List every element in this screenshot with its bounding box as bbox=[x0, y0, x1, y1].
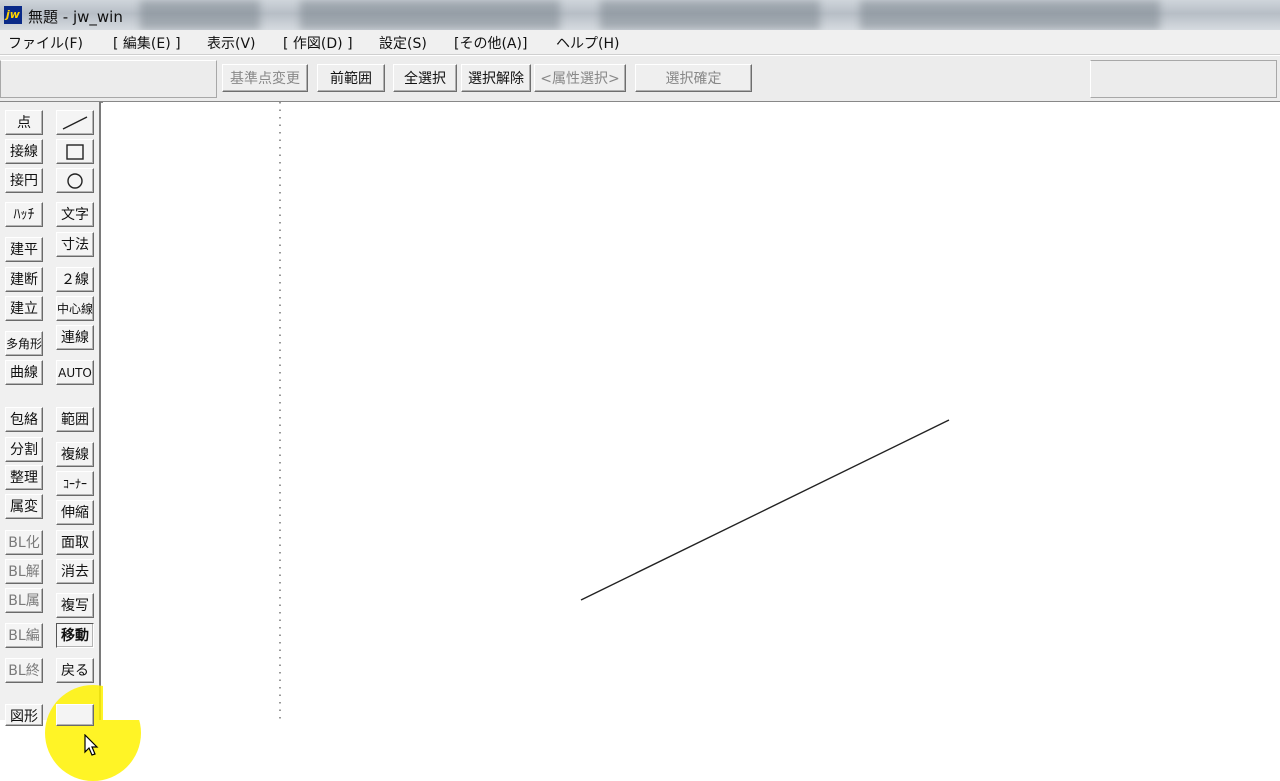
tool-block-create[interactable]: BL化 bbox=[5, 530, 43, 555]
tool-chamfer[interactable]: 面取 bbox=[56, 530, 94, 555]
tool-range[interactable]: 範囲 bbox=[56, 407, 94, 432]
rectangle-icon bbox=[66, 144, 84, 160]
base-point-change-button[interactable]: 基準点変更 bbox=[222, 64, 308, 92]
tool-figure[interactable]: 図形 bbox=[5, 704, 43, 726]
tool-hatch[interactable]: ﾊｯﾁ bbox=[5, 202, 43, 227]
tool-polygon[interactable]: 多角形 bbox=[5, 331, 43, 356]
tool-block-end[interactable]: BL終 bbox=[5, 658, 43, 683]
tool-move[interactable]: 移動 bbox=[56, 623, 94, 648]
jw-app-icon[interactable]: jw bbox=[4, 6, 22, 24]
tool-block-attribute[interactable]: BL属 bbox=[5, 588, 43, 613]
tool-continuous-line[interactable]: 連線 bbox=[56, 325, 94, 350]
menu-edit[interactable]: [ 編集(E) ] bbox=[113, 33, 181, 53]
tool-block-explode[interactable]: BL解 bbox=[5, 559, 43, 584]
tool-double-line[interactable]: ２線 bbox=[56, 267, 94, 292]
menu-help[interactable]: ヘルプ(H) bbox=[556, 33, 619, 53]
previous-range-button[interactable]: 前範囲 bbox=[317, 64, 385, 92]
tool-dimension[interactable]: 寸法 bbox=[56, 232, 94, 257]
tool-auto[interactable]: AUTO bbox=[56, 360, 94, 385]
deselect-button[interactable]: 選択解除 bbox=[461, 64, 531, 92]
tool-line[interactable] bbox=[56, 110, 94, 135]
menu-view[interactable]: 表示(V) bbox=[207, 33, 256, 53]
tool-palette: 点 接線 接円 ﾊｯﾁ 建平 建断 建立 多角形 曲線 包絡 分割 整理 属変 … bbox=[0, 102, 141, 781]
tool-circle[interactable] bbox=[56, 168, 94, 193]
tool-envelope[interactable]: 包絡 bbox=[5, 407, 43, 432]
tool-divide[interactable]: 分割 bbox=[5, 437, 43, 462]
title-bar: jw 無題 - jw_win bbox=[0, 0, 1280, 30]
tool-tangent-line[interactable]: 接線 bbox=[5, 139, 43, 164]
line-icon bbox=[62, 116, 88, 130]
tool-stretch[interactable]: 伸縮 bbox=[56, 500, 94, 525]
confirm-selection-button[interactable]: 選択確定 bbox=[635, 64, 752, 92]
tool-curve[interactable]: 曲線 bbox=[5, 360, 43, 385]
menu-settings[interactable]: 設定(S) bbox=[379, 33, 427, 53]
tool-layer-color[interactable] bbox=[56, 704, 94, 726]
tool-building-plan[interactable]: 建平 bbox=[5, 237, 43, 262]
tool-block-edit[interactable]: BL編 bbox=[5, 623, 43, 648]
menu-bar: ファイル(F) [ 編集(E) ] 表示(V) [ 作図(D) ] 設定(S) … bbox=[0, 30, 1280, 55]
toolbar-empty-left bbox=[0, 60, 217, 98]
drawing-surface bbox=[279, 102, 950, 720]
tool-parallel-line[interactable]: 複線 bbox=[56, 442, 94, 467]
tool-tidy[interactable]: 整理 bbox=[5, 465, 43, 490]
attribute-select-button[interactable]: <属性選択> bbox=[534, 64, 626, 92]
tool-undo[interactable]: 戻る bbox=[56, 658, 94, 683]
tool-corner[interactable]: ｺｰﾅｰ bbox=[56, 471, 94, 496]
select-all-button[interactable]: 全選択 bbox=[393, 64, 457, 92]
window-title: 無題 - jw_win bbox=[28, 8, 123, 26]
drawn-line[interactable] bbox=[580, 419, 950, 601]
toolbar-empty-right bbox=[1090, 60, 1277, 98]
tool-attribute-change[interactable]: 属変 bbox=[5, 494, 43, 519]
tool-erase[interactable]: 消去 bbox=[56, 559, 94, 584]
tool-tangent-circle[interactable]: 接円 bbox=[5, 168, 43, 193]
menu-other[interactable]: [その他(A)] bbox=[454, 33, 527, 53]
tool-building-section[interactable]: 建断 bbox=[5, 267, 43, 292]
mouse-cursor-icon bbox=[84, 734, 99, 756]
circle-icon bbox=[67, 173, 83, 189]
drawing-canvas[interactable] bbox=[103, 102, 1280, 720]
command-toolbar: 基準点変更 前範囲 全選択 選択解除 <属性選択> 選択確定 bbox=[0, 55, 1280, 103]
tool-text[interactable]: 文字 bbox=[56, 202, 94, 227]
menu-file[interactable]: ファイル(F) bbox=[8, 33, 83, 53]
tool-copy[interactable]: 複写 bbox=[56, 593, 94, 618]
tool-center-line[interactable]: 中心線 bbox=[56, 296, 94, 321]
tool-rectangle[interactable] bbox=[56, 139, 94, 164]
menu-draw[interactable]: [ 作図(D) ] bbox=[283, 33, 353, 53]
tool-point[interactable]: 点 bbox=[5, 110, 43, 135]
tool-building-elevation[interactable]: 建立 bbox=[5, 296, 43, 321]
